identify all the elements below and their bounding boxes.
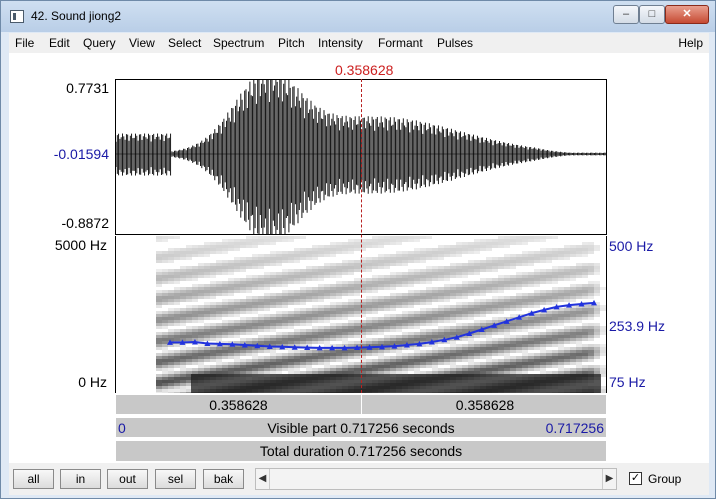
sound-editor-window: 42. Sound jiong2 – □ ✕ File Edit Query V…: [0, 0, 716, 499]
visible-part-label: Visible part 0.717256 seconds: [267, 420, 455, 436]
group-checkbox[interactable]: ✓: [629, 472, 642, 485]
menu-view[interactable]: View: [129, 36, 155, 50]
zoom-in-button[interactable]: in: [60, 469, 101, 489]
menu-intensity[interactable]: Intensity: [318, 36, 363, 50]
zoom-all-button[interactable]: all: [13, 469, 54, 489]
window-title: 42. Sound jiong2: [31, 9, 122, 23]
zoom-selection-button[interactable]: sel: [155, 469, 196, 489]
total-duration-bar[interactable]: Total duration 0.717256 seconds: [115, 440, 607, 462]
title-bar: 42. Sound jiong2 – □ ✕: [1, 1, 715, 32]
time-scrollbar[interactable]: ◀ ▶: [255, 468, 617, 490]
bottom-toolbar: all in out sel bak ◀ ▶ ✓ Group: [9, 463, 709, 495]
menu-spectrum[interactable]: Spectrum: [213, 36, 264, 50]
visible-end-time: 0.717256: [545, 420, 604, 436]
right-segment-duration[interactable]: 0.358628: [362, 395, 608, 414]
frequency-max-label: 5000 Hz: [54, 237, 107, 253]
pitch-max-label: 500 Hz: [609, 238, 654, 254]
menu-pulses[interactable]: Pulses: [437, 36, 473, 50]
spectrogram-low-energy-band: [191, 374, 601, 393]
close-button[interactable]: ✕: [665, 5, 709, 24]
selection-duration-bar: 0.358628 0.358628: [115, 394, 607, 415]
menu-file[interactable]: File: [15, 36, 34, 50]
minimize-button[interactable]: –: [613, 5, 639, 24]
menu-select[interactable]: Select: [168, 36, 201, 50]
cursor-line: [361, 79, 362, 393]
cursor-time-readout: 0.358628: [335, 62, 394, 78]
amplitude-cursor-label: -0.01594: [53, 146, 109, 162]
left-segment-duration[interactable]: 0.358628: [116, 395, 362, 414]
group-label: Group: [648, 472, 682, 486]
sound-canvas[interactable]: 0.358628 0.7731 -0.01594 -0.8872 5000 Hz…: [9, 53, 709, 463]
menu-edit[interactable]: Edit: [49, 36, 70, 50]
scroll-right-arrow-icon[interactable]: ▶: [602, 469, 616, 489]
menu-formant[interactable]: Formant: [378, 36, 423, 50]
scroll-left-arrow-icon[interactable]: ◀: [256, 469, 270, 489]
visible-part-bar[interactable]: 0 Visible part 0.717256 seconds 0.717256: [115, 417, 607, 438]
maximize-button[interactable]: □: [639, 5, 665, 24]
menu-pitch[interactable]: Pitch: [278, 36, 305, 50]
visible-start-time: 0: [118, 420, 126, 436]
menu-query[interactable]: Query: [83, 36, 116, 50]
pitch-mid-label: 253.9 Hz: [609, 318, 666, 334]
zoom-out-button[interactable]: out: [107, 469, 148, 489]
menu-bar: File Edit Query View Select Spectrum Pit…: [9, 33, 709, 53]
pitch-min-label: 75 Hz: [609, 374, 646, 390]
zoom-back-button[interactable]: bak: [203, 469, 244, 489]
frequency-min-label: 0 Hz: [78, 374, 107, 390]
amplitude-min-label: -0.8872: [61, 215, 109, 231]
menu-help[interactable]: Help: [678, 36, 703, 50]
amplitude-max-label: 0.7731: [66, 80, 109, 96]
praat-sound-icon: [10, 10, 24, 23]
